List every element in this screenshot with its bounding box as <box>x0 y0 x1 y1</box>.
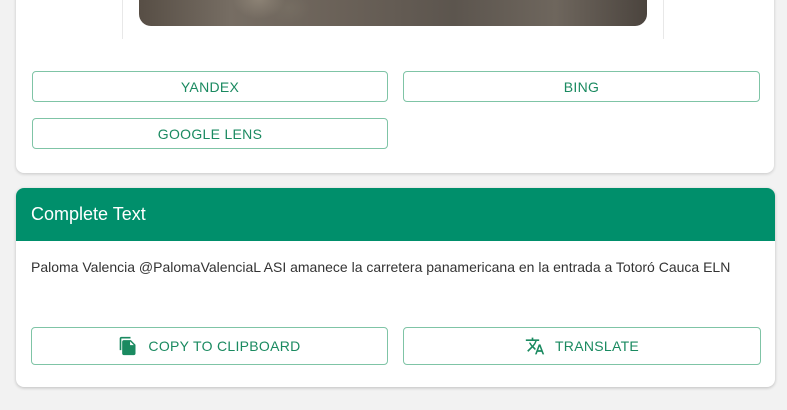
complete-text-header: Complete Text <box>16 188 775 241</box>
bing-search-button[interactable]: BING <box>403 71 760 102</box>
complete-text-title: Complete Text <box>31 204 146 224</box>
yandex-search-button[interactable]: YANDEX <box>32 71 388 102</box>
copy-to-clipboard-button[interactable]: COPY TO CLIPBOARD <box>31 327 388 365</box>
complete-text-card: Complete Text Paloma Valencia @PalomaVal… <box>16 188 775 387</box>
google-lens-search-button[interactable]: GOOGLE LENS <box>32 118 388 149</box>
translate-icon <box>525 336 545 356</box>
page: YANDEX BING GOOGLE LENS Complete Text Pa… <box>0 0 787 410</box>
uploaded-image-preview <box>139 0 647 26</box>
copy-to-clipboard-label: COPY TO CLIPBOARD <box>148 338 301 354</box>
translate-button[interactable]: TRANSLATE <box>403 327 761 365</box>
translate-label: TRANSLATE <box>554 338 640 354</box>
content-copy-icon <box>118 336 138 356</box>
complete-text-body: Paloma Valencia @PalomaValenciaL ASI ama… <box>31 259 731 275</box>
reverse-search-card: YANDEX BING GOOGLE LENS <box>16 0 774 173</box>
image-frame <box>122 0 664 39</box>
